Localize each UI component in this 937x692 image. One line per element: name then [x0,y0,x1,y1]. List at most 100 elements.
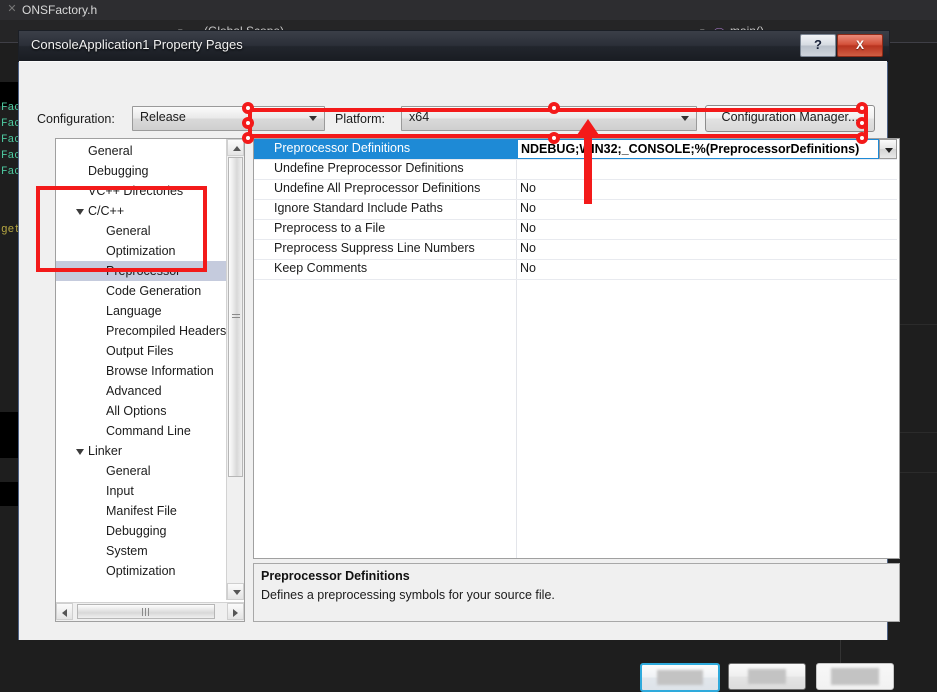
property-grid: Preprocessor Definitions NDEBUG;WIN32;_CO… [253,138,900,559]
table-row[interactable]: Undefine All Preprocessor Definitions No [254,179,897,200]
sidebar-item-system[interactable]: System [56,541,226,561]
redacted-label [748,669,786,684]
property-value: No [520,221,536,235]
property-name: Undefine All Preprocessor Definitions [274,181,481,195]
sidebar-item-label: Linker [88,444,123,458]
annotation-handle[interactable] [856,117,868,129]
table-row[interactable]: Preprocess Suppress Line Numbers No [254,239,897,260]
annotation-handle[interactable] [242,117,254,129]
caret-up-icon [233,146,241,151]
caret-down-glyph [885,148,893,153]
property-name: Preprocessor Definitions [274,141,411,155]
redacted-label [657,670,703,685]
primary-button[interactable] [640,663,720,692]
dialog-title-bar[interactable]: ConsoleApplication1 Property Pages ? X [18,30,890,62]
help-button[interactable]: ? [800,34,836,57]
sidebar-item-command-line[interactable]: Command Line [56,421,226,441]
sidebar-item-label: General [106,464,151,478]
sidebar-item-optimization[interactable]: Optimization [56,561,226,581]
sidebar-item-label: Advanced [106,384,162,398]
grip-icon [232,314,240,320]
sidebar-item-general[interactable]: General [56,461,226,481]
tree-cpp-highlight-rect [36,186,207,272]
sidebar-item-label: Precompiled Headers [106,324,226,338]
sidebar-item-browse-information[interactable]: Browse Information [56,361,226,381]
sidebar-item-label: General [88,144,133,158]
triangle-expanded-icon[interactable] [76,449,84,455]
sidebar-item-label: System [106,544,148,558]
sidebar-item-label: Language [106,304,162,318]
grip-icon [142,608,150,616]
table-row[interactable]: Preprocess to a File No [254,219,897,240]
description-title: Preprocessor Definitions [261,569,410,583]
sidebar-item-label: Code Generation [106,284,202,298]
configuration-label: Configuration: [37,112,115,126]
sidebar-item-label: Output Files [106,344,174,358]
property-name: Preprocess to a File [274,221,386,235]
sidebar-item-linker[interactable]: Linker [56,441,226,461]
tree-horizontal-scrollbar[interactable] [56,602,244,621]
chevron-down-icon[interactable] [879,139,897,159]
scroll-up-button[interactable] [227,139,244,156]
table-row[interactable]: Undefine Preprocessor Definitions [254,159,897,180]
caret-right-icon [233,609,238,617]
sidebar-item-label: Command Line [106,424,191,438]
sidebar-item-label: Input [106,484,134,498]
description-pane: Preprocessor Definitions Defines a prepr… [253,563,900,622]
caret-left-icon [62,609,67,617]
editor-tab-onsfactory[interactable]: ONSFactory.h [22,0,108,20]
property-name: Undefine Preprocessor Definitions [274,161,464,175]
property-value: No [520,261,536,275]
table-row[interactable]: Keep Comments No [254,259,897,280]
property-value-input[interactable]: NDEBUG;WIN32;_CONSOLE;%(PreprocessorDefi… [517,139,879,159]
editor-tab-strip: ✕ ONSFactory.h [0,0,937,20]
sidebar-item-label: Browse Information [106,364,214,378]
dialog-body: Configuration: Release Platform: x64 Con… [19,61,900,692]
sidebar-item-language[interactable]: Language [56,301,226,321]
property-value: No [520,241,536,255]
sidebar-item-label: All Options [106,404,167,418]
sidebar-item-precompiled-headers[interactable]: Precompiled Headers [56,321,226,341]
scroll-down-button[interactable] [227,583,244,600]
property-name: Keep Comments [274,261,368,275]
property-name: Ignore Standard Include Paths [274,201,443,215]
sidebar-item-label: Manifest File [106,504,177,518]
sidebar-item-label: Debugging [106,524,167,538]
dialog-title: ConsoleApplication1 Property Pages [31,37,243,52]
property-value: No [520,201,536,215]
secondary-button[interactable] [728,663,806,690]
sidebar-item-general[interactable]: General [56,141,226,161]
table-row[interactable]: Ignore Standard Include Paths No [254,199,897,220]
sidebar-item-debugging[interactable]: Debugging [56,161,226,181]
redacted-label [831,668,879,685]
annotation-handle[interactable] [242,102,254,114]
annotation-handle[interactable] [856,102,868,114]
annotation-handle[interactable] [548,102,560,114]
property-name: Preprocess Suppress Line Numbers [274,241,475,255]
configuration-value: Release [140,110,186,124]
annotation-handle[interactable] [242,132,254,144]
description-text: Defines a preprocessing symbols for your… [261,588,555,602]
close-icon[interactable]: ✕ [6,2,18,16]
sidebar-item-manifest-file[interactable]: Manifest File [56,501,226,521]
tree-vertical-scrollbar[interactable] [226,139,244,600]
scroll-thumb[interactable] [77,604,215,619]
sidebar-item-label: Optimization [106,564,176,578]
sidebar-item-input[interactable]: Input [56,481,226,501]
sidebar-item-all-options[interactable]: All Options [56,401,226,421]
sidebar-item-advanced[interactable]: Advanced [56,381,226,401]
caret-down-icon [233,590,241,595]
table-row[interactable]: Preprocessor Definitions NDEBUG;WIN32;_CO… [254,139,897,160]
sidebar-item-debugging[interactable]: Debugging [56,521,226,541]
sidebar-item-output-files[interactable]: Output Files [56,341,226,361]
scroll-right-button[interactable] [227,603,244,620]
close-button[interactable]: X [837,34,883,57]
property-value: No [520,181,536,195]
sidebar-item-label: Debugging [88,164,149,178]
annotation-handle[interactable] [548,132,560,144]
tertiary-button[interactable] [816,663,894,690]
sidebar-item-code-generation[interactable]: Code Generation [56,281,226,301]
scroll-thumb[interactable] [228,157,243,477]
scroll-left-button[interactable] [56,603,73,620]
annotation-handle[interactable] [856,132,868,144]
